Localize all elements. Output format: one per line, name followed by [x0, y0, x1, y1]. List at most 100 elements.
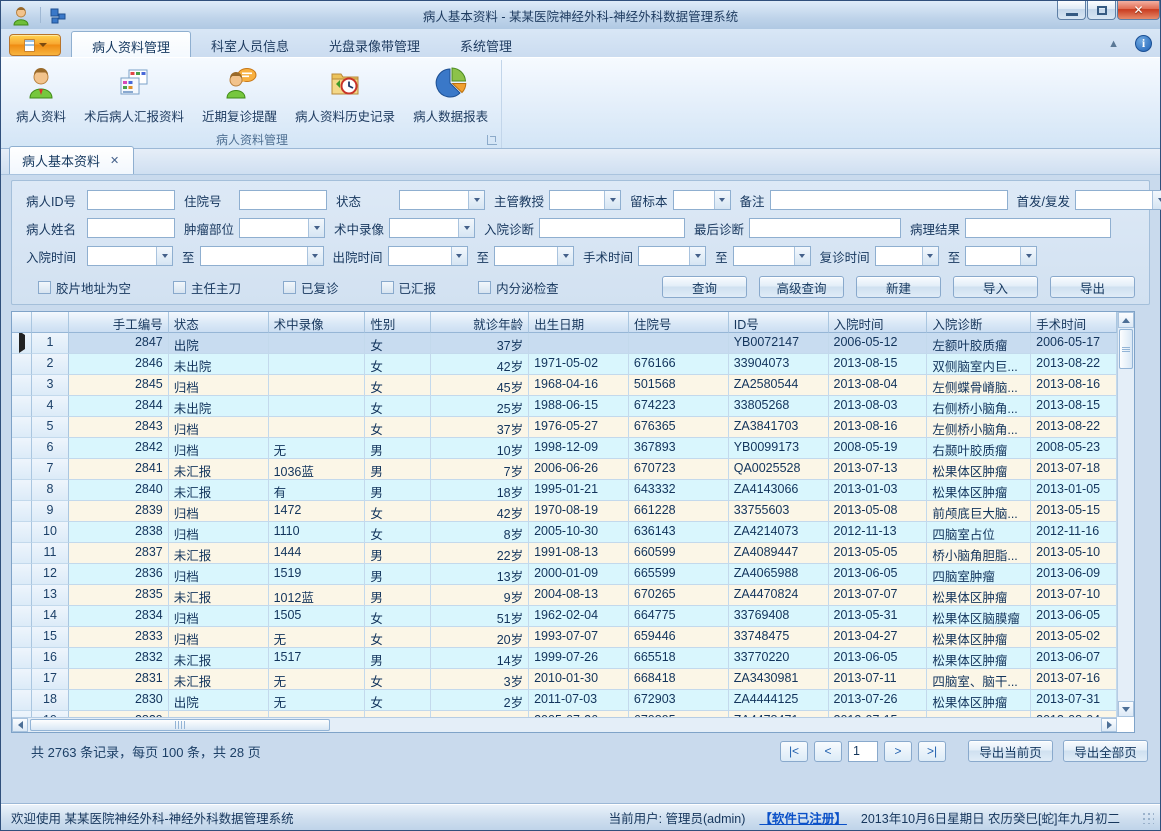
next-page-button[interactable]: > — [884, 741, 912, 762]
filter-dropdown[interactable] — [638, 246, 706, 266]
action-button[interactable]: 新建 — [856, 276, 941, 298]
quick-access-icon[interactable] — [48, 6, 68, 26]
filter-dropdown[interactable] — [399, 190, 485, 210]
filter-dropdown[interactable] — [965, 246, 1037, 266]
scroll-right-icon[interactable] — [1101, 718, 1117, 732]
table-row[interactable]: 142834归档1505女51岁1962-02-0466477533769408… — [12, 606, 1117, 627]
scroll-down-icon[interactable] — [1118, 701, 1134, 717]
page-number-input[interactable]: 1 — [848, 741, 878, 762]
vertical-scroll-thumb[interactable] — [1119, 329, 1133, 369]
last-page-button[interactable]: >| — [918, 741, 946, 762]
filter-input[interactable] — [87, 218, 175, 238]
table-row[interactable]: 82840未汇报有男18岁1995-01-21643332ZA414306620… — [12, 480, 1117, 501]
prev-page-button[interactable]: < — [814, 741, 842, 762]
table-row[interactable]: 102838归档1110女8岁2005-10-30636143ZA4214073… — [12, 522, 1117, 543]
filter-input[interactable] — [965, 218, 1111, 238]
filter-input[interactable] — [749, 218, 901, 238]
filter-dropdown[interactable] — [388, 246, 468, 266]
ribbon-tab[interactable]: 光盘录像带管理 — [309, 31, 440, 57]
filter-dropdown[interactable] — [673, 190, 731, 210]
dialog-launcher-icon[interactable] — [487, 135, 497, 145]
action-button[interactable]: 高级查询 — [759, 276, 844, 298]
column-header[interactable]: 手术时间 — [1031, 312, 1117, 333]
table-row[interactable]: 182830出院无女2岁2011-07-03672903ZA4444125201… — [12, 690, 1117, 711]
column-header[interactable]: 出生日期 — [529, 312, 629, 333]
filter-input[interactable] — [239, 190, 327, 210]
table-row[interactable]: 162832未汇报1517男14岁1999-07-266655183377022… — [12, 648, 1117, 669]
dropdown-arrow-icon[interactable] — [308, 219, 324, 237]
dropdown-arrow-icon[interactable] — [689, 247, 705, 265]
ribbon-tab[interactable]: 系统管理 — [440, 31, 532, 57]
table-row[interactable]: 132835未汇报1012蓝男9岁2004-08-13670265ZA44708… — [12, 585, 1117, 606]
filter-dropdown[interactable] — [239, 218, 325, 238]
ribbon-button[interactable]: 术后病人汇报资料 — [75, 62, 193, 131]
table-row[interactable]: 122836归档1519男13岁2000-01-09665599ZA406598… — [12, 564, 1117, 585]
filter-dropdown[interactable] — [1075, 190, 1161, 210]
export-all-pages-button[interactable]: 导出全部页 — [1063, 740, 1148, 762]
maximize-button[interactable] — [1087, 1, 1116, 20]
dropdown-arrow-icon[interactable] — [307, 247, 323, 265]
dropdown-arrow-icon[interactable] — [156, 247, 172, 265]
checkbox-icon[interactable] — [173, 281, 186, 294]
filter-input[interactable] — [770, 190, 1008, 210]
dropdown-arrow-icon[interactable] — [468, 191, 484, 209]
close-button[interactable]: ✕ — [1117, 1, 1160, 20]
column-header[interactable]: 就诊年龄 — [431, 312, 529, 333]
registered-link[interactable]: 【软件已注册】 — [759, 808, 847, 827]
ribbon-tab[interactable]: 病人资料管理 — [71, 31, 191, 57]
dropdown-arrow-icon[interactable] — [451, 247, 467, 265]
dropdown-arrow-icon[interactable] — [458, 219, 474, 237]
filter-dropdown[interactable] — [549, 190, 621, 210]
table-row[interactable]: 52843归档女37岁1976-05-27676365ZA38417032013… — [12, 417, 1117, 438]
scroll-left-icon[interactable] — [12, 718, 28, 732]
table-row[interactable]: 32845归档女45岁1968-04-16501568ZA25805442013… — [12, 375, 1117, 396]
scroll-up-icon[interactable] — [1118, 312, 1134, 328]
dropdown-arrow-icon[interactable] — [557, 247, 573, 265]
ribbon-button[interactable]: 病人数据报表 — [404, 62, 497, 131]
filter-input[interactable] — [539, 218, 685, 238]
action-button[interactable]: 导入 — [953, 276, 1038, 298]
column-header[interactable]: 性别 — [365, 312, 431, 333]
dropdown-arrow-icon[interactable] — [604, 191, 620, 209]
ribbon-collapse-icon[interactable]: ▲ — [1108, 38, 1119, 50]
vertical-scrollbar[interactable] — [1117, 312, 1134, 717]
filter-checkbox[interactable]: 胶片地址为空 — [38, 278, 131, 297]
horizontal-scroll-thumb[interactable] — [30, 719, 330, 731]
minimize-button[interactable] — [1057, 1, 1086, 20]
ribbon-button[interactable]: 病人资料 — [7, 62, 75, 131]
help-info-icon[interactable]: i — [1135, 35, 1152, 52]
application-menu-button[interactable] — [9, 34, 61, 56]
filter-dropdown[interactable] — [389, 218, 475, 238]
dropdown-arrow-icon[interactable] — [714, 191, 730, 209]
column-header[interactable]: 入院时间 — [829, 312, 928, 333]
table-row[interactable]: 152833归档无女20岁1993-07-0765944633748475201… — [12, 627, 1117, 648]
filter-dropdown[interactable] — [733, 246, 811, 266]
filter-checkbox[interactable]: 主任主刀 — [173, 278, 241, 297]
ribbon-button[interactable]: 近期复诊提醒 — [193, 62, 286, 131]
table-row[interactable]: 112837未汇报1444男22岁1991-08-13660599ZA40894… — [12, 543, 1117, 564]
dropdown-arrow-icon[interactable] — [794, 247, 810, 265]
checkbox-icon[interactable] — [38, 281, 51, 294]
export-current-page-button[interactable]: 导出当前页 — [968, 740, 1053, 762]
dropdown-arrow-icon[interactable] — [922, 247, 938, 265]
filter-dropdown[interactable] — [494, 246, 574, 266]
action-button[interactable]: 导出 — [1050, 276, 1135, 298]
checkbox-icon[interactable] — [283, 281, 296, 294]
table-row[interactable]: 92839归档1472女42岁1970-08-19661228337556032… — [12, 501, 1117, 522]
filter-dropdown[interactable] — [87, 246, 173, 266]
table-row[interactable]: 42844未出院女25岁1988-06-15674223338052682013… — [12, 396, 1117, 417]
action-button[interactable]: 查询 — [662, 276, 747, 298]
column-header[interactable]: 手工编号 — [69, 312, 169, 333]
table-row[interactable]: 22846未出院女42岁1971-05-02676166339040732013… — [12, 354, 1117, 375]
dropdown-arrow-icon[interactable] — [1020, 247, 1036, 265]
table-row[interactable]: 12847出院女37岁YB00721472006-05-12左额叶胶质瘤2006… — [12, 333, 1117, 354]
first-page-button[interactable]: |< — [780, 741, 808, 762]
table-row[interactable]: 62842归档无男10岁1998-12-09367893YB0099173200… — [12, 438, 1117, 459]
ribbon-tab[interactable]: 科室人员信息 — [191, 31, 309, 57]
column-header[interactable]: 状态 — [169, 312, 269, 333]
resize-grip[interactable] — [1142, 812, 1154, 824]
filter-dropdown[interactable] — [200, 246, 324, 266]
table-row[interactable]: 172831未汇报无女3岁2010-01-30668418ZA343098120… — [12, 669, 1117, 690]
column-header[interactable]: 术中录像 — [269, 312, 366, 333]
checkbox-icon[interactable] — [478, 281, 491, 294]
